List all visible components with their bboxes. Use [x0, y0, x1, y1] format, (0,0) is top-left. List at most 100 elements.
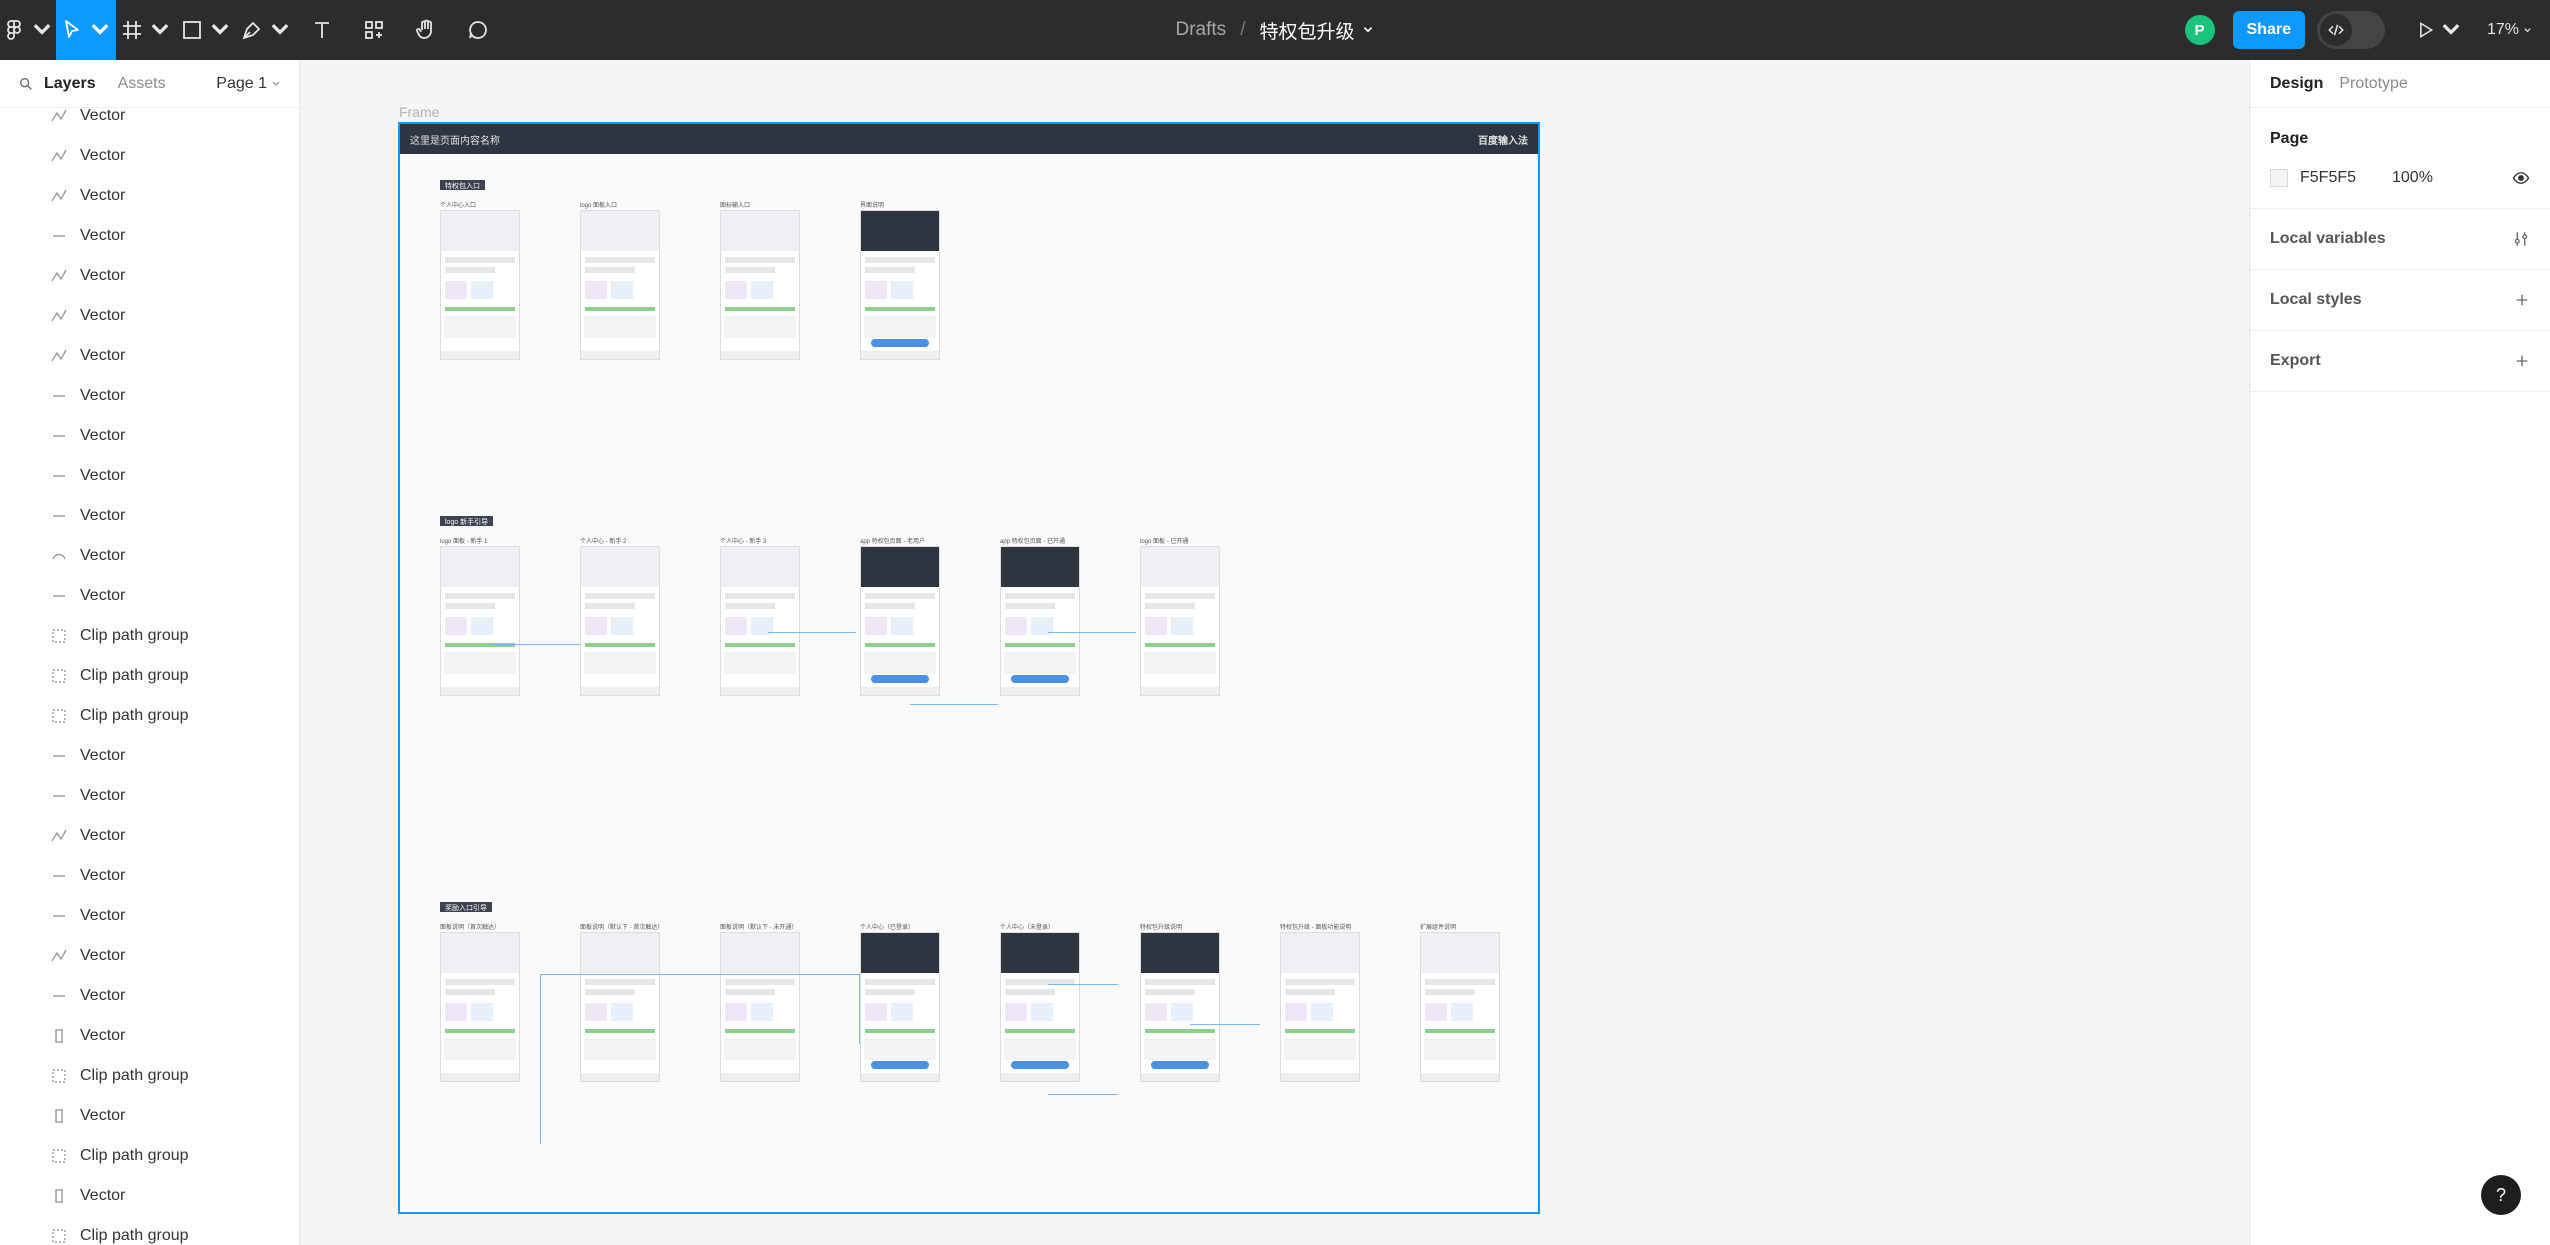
screen-thumbnail[interactable]	[860, 932, 940, 1082]
page-selector[interactable]: Page 1	[216, 75, 281, 93]
chevron-down-icon	[33, 24, 51, 35]
layer-row[interactable]: Vector	[0, 536, 299, 576]
screen-thumbnail[interactable]	[1420, 932, 1500, 1082]
figma-logo-icon	[7, 20, 21, 40]
layer-row[interactable]: Vector	[0, 576, 299, 616]
layer-row[interactable]: Vector	[0, 496, 299, 536]
layer-row[interactable]: Vector	[0, 976, 299, 1016]
design-panel: Design Prototype Page F5F5F5 100% Local …	[2249, 60, 2550, 1245]
layer-name: Vector	[80, 547, 126, 564]
text-tool-button[interactable]	[296, 0, 348, 60]
dev-mode-toggle[interactable]	[2316, 11, 2385, 49]
tab-layers[interactable]: Layers	[44, 75, 96, 93]
page-fill-row[interactable]: F5F5F5 100%	[2270, 148, 2530, 208]
zoom-menu[interactable]: 17%	[2487, 21, 2532, 39]
screen-thumbnail[interactable]	[1000, 546, 1080, 696]
canvas[interactable]: Frame 这里是页面内容名称 百度输入法 特权包入口 logo 新手引导 奖励…	[301, 60, 2249, 1245]
local-styles-row[interactable]: Local styles	[2270, 270, 2530, 330]
resources-tool-button[interactable]	[348, 0, 400, 60]
layer-name: Clip path group	[80, 667, 189, 684]
layer-row[interactable]: Vector	[0, 1176, 299, 1216]
shape-tool-button[interactable]	[176, 0, 236, 60]
screen-thumbnail[interactable]	[440, 546, 520, 696]
layer-row[interactable]: Clip path group	[0, 656, 299, 696]
layer-row[interactable]: Vector	[0, 736, 299, 776]
layer-row[interactable]: Clip path group	[0, 616, 299, 656]
file-name[interactable]: 特权包升级	[1259, 17, 1354, 44]
screen-thumbnail[interactable]	[580, 546, 660, 696]
screen-thumbnail[interactable]	[1140, 546, 1220, 696]
layer-row[interactable]: Vector	[0, 96, 299, 136]
comment-tool-button[interactable]	[452, 0, 504, 60]
hand-icon	[416, 19, 432, 39]
page-color-value[interactable]: F5F5F5	[2300, 169, 2392, 187]
layer-row[interactable]: Vector	[0, 936, 299, 976]
screen-thumbnail[interactable]	[1000, 932, 1080, 1082]
layer-row[interactable]: Vector	[0, 1016, 299, 1056]
screen-label: logo 面板入口	[580, 203, 618, 209]
present-button[interactable]	[2415, 0, 2463, 60]
layer-row[interactable]: Vector	[0, 136, 299, 176]
hand-tool-button[interactable]	[400, 0, 452, 60]
variables-icon[interactable]	[2512, 230, 2530, 248]
layer-name: Clip path group	[80, 1147, 189, 1164]
flow-connector	[690, 974, 860, 1044]
layer-row[interactable]: Vector	[0, 776, 299, 816]
tab-prototype[interactable]: Prototype	[2339, 75, 2407, 93]
layer-row[interactable]: Clip path group	[0, 1216, 299, 1245]
share-button[interactable]: Share	[2232, 11, 2305, 49]
frame[interactable]: 这里是页面内容名称 百度输入法 特权包入口 logo 新手引导 奖励入口引导 个…	[398, 122, 1540, 1214]
flow-connector	[1048, 984, 1118, 985]
chevron-down-icon[interactable]	[1362, 24, 1374, 36]
screen-thumbnail[interactable]	[860, 210, 940, 360]
chevron-down-icon	[2524, 27, 2531, 32]
layer-row[interactable]: Vector	[0, 456, 299, 496]
local-variables-row[interactable]: Local variables	[2270, 209, 2530, 269]
line-icon	[50, 587, 68, 605]
layer-row[interactable]: Clip path group	[0, 1056, 299, 1096]
screen-thumbnail[interactable]	[440, 932, 520, 1082]
tab-design[interactable]: Design	[2270, 75, 2323, 93]
export-row[interactable]: Export	[2270, 331, 2530, 391]
layer-row[interactable]: Vector	[0, 336, 299, 376]
breadcrumb-drafts[interactable]: Drafts	[1176, 19, 1227, 41]
layer-row[interactable]: Vector	[0, 896, 299, 936]
screen-thumbnail[interactable]	[580, 210, 660, 360]
page-opacity-value[interactable]: 100%	[2392, 169, 2433, 187]
frame-tool-button[interactable]	[116, 0, 176, 60]
help-button[interactable]: ?	[2481, 1175, 2521, 1215]
line-icon	[50, 987, 68, 1005]
screen-thumbnail[interactable]	[860, 546, 940, 696]
layer-row[interactable]: Vector	[0, 176, 299, 216]
screen-thumbnail[interactable]	[440, 210, 520, 360]
screen-thumbnail[interactable]	[1280, 932, 1360, 1082]
main-menu-button[interactable]	[0, 0, 56, 60]
move-tool-button[interactable]	[56, 0, 116, 60]
eye-icon[interactable]	[2512, 169, 2530, 187]
layer-row[interactable]: Vector	[0, 416, 299, 456]
layer-row[interactable]: Vector	[0, 216, 299, 256]
vector-icon	[50, 947, 68, 965]
tab-assets[interactable]: Assets	[118, 75, 166, 93]
avatar[interactable]: P	[2184, 15, 2215, 45]
layer-row[interactable]: Vector	[0, 256, 299, 296]
layer-row[interactable]: Vector	[0, 856, 299, 896]
plus-icon[interactable]	[2514, 292, 2530, 308]
plus-icon[interactable]	[2514, 353, 2530, 369]
frame-label[interactable]: Frame	[399, 104, 439, 120]
layer-row[interactable]: Vector	[0, 816, 299, 856]
search-icon[interactable]	[18, 76, 34, 92]
layer-row[interactable]: Clip path group	[0, 696, 299, 736]
chevron-down-icon	[2442, 24, 2460, 35]
screen-thumbnail[interactable]	[720, 546, 800, 696]
screen-thumbnail[interactable]	[720, 210, 800, 360]
chevron-down-icon	[271, 24, 289, 35]
layer-row[interactable]: Vector	[0, 376, 299, 416]
vector-icon	[50, 307, 68, 325]
pen-tool-button[interactable]	[236, 0, 296, 60]
layer-row[interactable]: Vector	[0, 1096, 299, 1136]
layer-row[interactable]: Clip path group	[0, 1136, 299, 1176]
page-color-swatch[interactable]	[2270, 169, 2288, 187]
screen-thumbnail[interactable]	[1140, 932, 1220, 1082]
layer-row[interactable]: Vector	[0, 296, 299, 336]
